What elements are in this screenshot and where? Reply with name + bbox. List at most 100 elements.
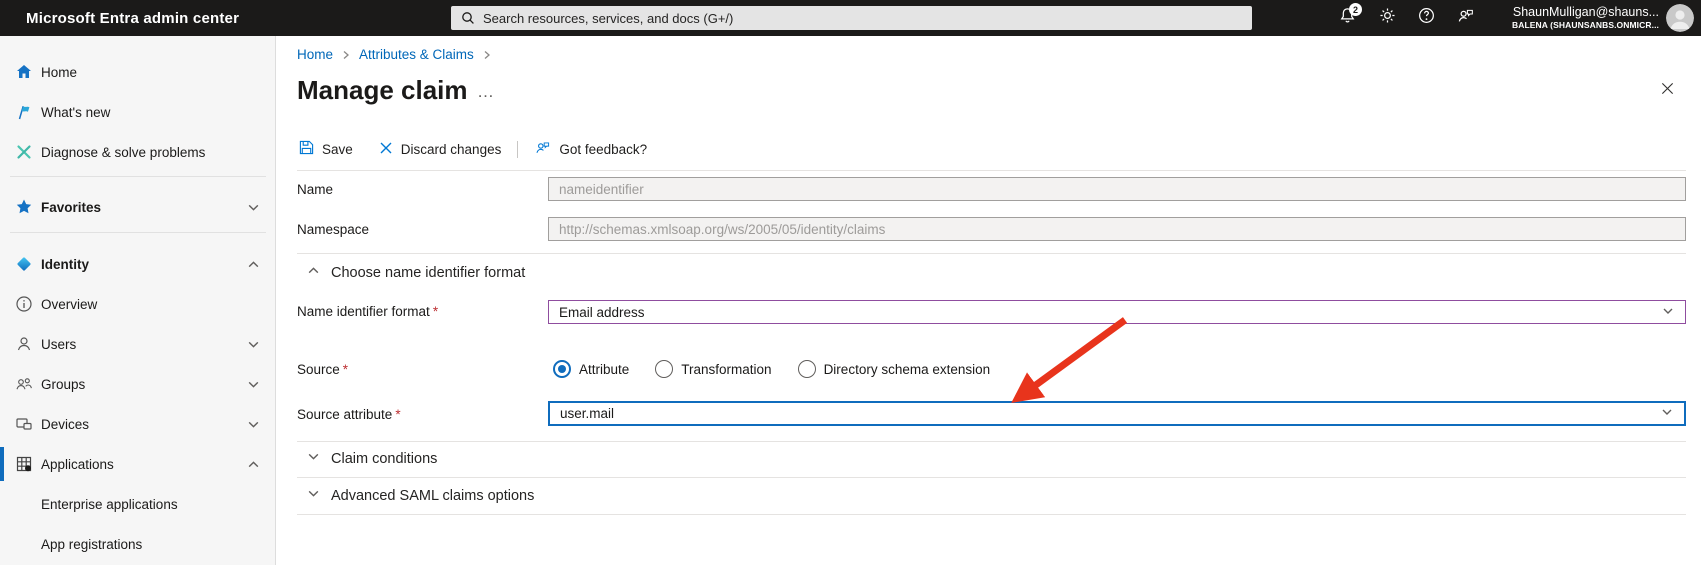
chevron-down-icon [307,487,320,504]
chevron-down-icon [307,450,320,467]
sidebar-divider [10,232,266,233]
radio-transformation[interactable]: Transformation [655,360,771,378]
sidebar-item-users[interactable]: Users [0,324,276,364]
radio-unselected-icon [655,360,673,378]
chevron-down-icon [1660,405,1674,422]
breadcrumb-attributes-claims-link[interactable]: Attributes & Claims [359,47,474,62]
source-attribute-select[interactable]: user.mail [548,401,1686,426]
search-placeholder: Search resources, services, and docs (G+… [483,11,733,26]
section-divider [297,441,1686,442]
feedback-person-icon [1456,6,1475,30]
sidebar-item-app-registrations[interactable]: App registrations [0,524,276,564]
section-choose-name-identifier-format[interactable]: Choose name identifier format [307,264,525,281]
sidebar-item-label: What's new [41,105,110,120]
section-divider [297,514,1686,515]
sidebar-item-diagnose[interactable]: Diagnose & solve problems [0,132,276,172]
section-title: Advanced SAML claims options [331,488,534,504]
sidebar-item-label: App registrations [41,537,142,552]
radio-attribute[interactable]: Attribute [553,360,629,378]
settings-button[interactable] [1368,0,1406,36]
breadcrumb-home-link[interactable]: Home [297,47,333,62]
sidebar-item-devices[interactable]: Devices [0,404,276,444]
person-icon [15,335,33,353]
chevron-down-icon [247,378,260,391]
sidebar-item-overview[interactable]: Overview [0,284,276,324]
toolbar-divider [517,141,518,158]
radio-label: Transformation [681,362,771,377]
namespace-label: Namespace [297,222,369,237]
sidebar-item-whats-new[interactable]: What's new [0,92,276,132]
section-claim-conditions[interactable]: Claim conditions [307,450,437,467]
name-value: nameidentifier [559,182,644,197]
chevron-down-icon [247,338,260,351]
chevron-up-icon [307,264,320,281]
close-icon [1660,81,1675,101]
discard-changes-button[interactable]: Discard changes [377,141,504,158]
sidebar-item-label: Home [41,65,77,80]
app-title: Microsoft Entra admin center [26,0,239,36]
more-button[interactable]: … [477,82,495,102]
help-button[interactable] [1407,0,1445,36]
label-text: Name identifier format [297,304,430,319]
section-advanced-saml-claims-options[interactable]: Advanced SAML claims options [307,487,534,504]
selected-value: user.mail [560,406,614,421]
star-icon [15,198,33,216]
sidebar-item-label: Identity [41,257,89,272]
save-label: Save [322,142,353,157]
sidebar-item-label: Groups [41,377,85,392]
main-content: Home Attributes & Claims Manage claim … … [276,36,1701,565]
save-button[interactable]: Save [297,140,355,158]
chevron-down-icon [1661,304,1675,321]
chevron-right-icon [341,49,351,61]
sidebar-item-label: Overview [41,297,97,312]
label-text: Source attribute [297,407,392,422]
account-menu[interactable]: ShaunMulligan@shauns... BALENA (SHAUNSAN… [1512,4,1659,31]
info-icon [15,295,33,313]
required-asterisk: * [433,304,438,319]
search-input[interactable]: Search resources, services, and docs (G+… [451,6,1252,30]
sidebar-item-label: Favorites [41,200,101,215]
chevron-down-icon [247,418,260,431]
account-org: BALENA (SHAUNSANBS.ONMICR... [1512,20,1659,31]
home-icon [15,63,33,81]
notifications-button[interactable]: 2 [1328,0,1366,36]
people-icon [15,375,33,393]
account-name: ShaunMulligan@shauns... [1512,4,1659,20]
sidebar-item-home[interactable]: Home [0,52,276,92]
breadcrumb: Home Attributes & Claims [297,47,500,62]
section-title: Claim conditions [331,451,437,467]
sidebar-item-label: Enterprise applications [41,497,178,512]
section-divider [297,170,1686,171]
chevron-up-icon [247,458,260,471]
page-title: Manage claim [297,75,468,106]
close-button[interactable] [1656,80,1678,102]
section-title: Choose name identifier format [331,265,525,281]
radio-directory-schema-extension[interactable]: Directory schema extension [798,360,991,378]
sidebar-item-label: Diagnose & solve problems [41,145,205,160]
section-divider [297,253,1686,254]
section-divider [297,477,1686,478]
name-identifier-format-select[interactable]: Email address [548,300,1686,324]
notification-badge: 2 [1349,3,1362,16]
label-text: Source [297,362,340,377]
command-bar: Save Discard changes Got feedback? [297,138,649,160]
sidebar-item-identity[interactable]: Identity [0,244,276,284]
chevron-right-icon [482,49,492,61]
radio-unselected-icon [798,360,816,378]
feedback-button[interactable] [1446,0,1484,36]
selected-value: Email address [559,305,645,320]
radio-label: Directory schema extension [824,362,991,377]
avatar[interactable] [1666,4,1694,32]
devices-icon [15,415,33,433]
sidebar-item-label: Devices [41,417,89,432]
sidebar-item-groups[interactable]: Groups [0,364,276,404]
sidebar-item-enterprise-applications[interactable]: Enterprise applications [0,484,276,524]
sidebar-item-applications[interactable]: Applications [0,444,276,484]
chevron-down-icon [247,201,260,214]
sidebar-item-favorites[interactable]: Favorites [0,187,276,227]
chevron-up-icon [247,258,260,271]
required-asterisk: * [343,362,348,377]
got-feedback-button[interactable]: Got feedback? [532,139,649,159]
sidebar-nav: Home What's new Diagnose & solve problem… [0,36,276,565]
save-icon [299,140,314,158]
